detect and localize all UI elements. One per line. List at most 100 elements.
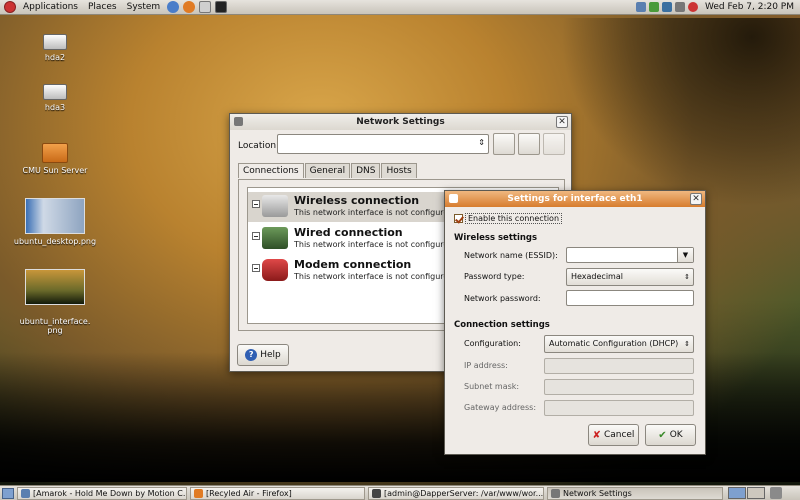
- volume-icon[interactable]: [675, 2, 685, 12]
- network-tray-icon[interactable]: [636, 2, 646, 12]
- save-location-button[interactable]: [493, 133, 515, 155]
- help-icon: ?: [245, 349, 258, 361]
- help-launcher-icon[interactable]: [167, 1, 180, 13]
- gateway-address-field[interactable]: [544, 400, 694, 416]
- desktop-icon-ubuntu-desktop[interactable]: ubuntu_desktop.png: [13, 198, 97, 246]
- desktop-icon-cmu-sun-server[interactable]: CMU Sun Server: [13, 143, 97, 175]
- taskbar-item-network-settings[interactable]: Network Settings: [547, 486, 723, 500]
- window-titlebar[interactable]: Network Settings ✕: [230, 114, 571, 130]
- collapse-icon[interactable]: [252, 232, 260, 240]
- workspace-2[interactable]: [747, 487, 765, 499]
- apply-location-button[interactable]: [543, 133, 565, 155]
- desktop-icon-label: CMU Sun Server: [22, 166, 88, 175]
- amarok-icon: [21, 488, 30, 498]
- image-thumbnail-icon: [25, 198, 85, 234]
- bottom-panel: [Amarok - Hold Me Down by Motion C... [R…: [0, 485, 800, 500]
- image-thumbnail-icon: [25, 269, 85, 305]
- drive-icon: [43, 34, 67, 50]
- desktop-icon-label: ubuntu_interface. png: [19, 317, 91, 335]
- interface-settings-window: Settings for interface eth1 ✕ Enable thi…: [444, 190, 706, 455]
- desktop-icon-label: hda2: [44, 53, 66, 62]
- signal-icon[interactable]: [662, 2, 672, 12]
- help-button-label: Help: [260, 350, 281, 360]
- folder-icon: [42, 143, 68, 163]
- enable-connection-checkbox[interactable]: [454, 214, 463, 223]
- password-type-value: Hexadecimal: [571, 272, 623, 281]
- essid-combo[interactable]: ▼: [566, 247, 694, 263]
- trash-icon[interactable]: [770, 487, 782, 499]
- menu-places[interactable]: Places: [83, 2, 122, 12]
- tab-dns[interactable]: DNS: [351, 163, 381, 178]
- password-type-label: Password type:: [464, 272, 525, 281]
- essid-label: Network name (ESSID):: [464, 251, 558, 260]
- help-button[interactable]: ? Help: [237, 344, 289, 366]
- menu-applications[interactable]: Applications: [18, 2, 83, 12]
- window-titlebar[interactable]: Settings for interface eth1 ✕: [445, 191, 705, 207]
- tab-connections[interactable]: Connections: [238, 163, 304, 178]
- firefox-launcher-icon[interactable]: [183, 1, 196, 13]
- window-menu-icon[interactable]: [449, 194, 458, 203]
- drive-icon: [43, 84, 67, 100]
- wireless-settings-heading: Wireless settings: [454, 233, 538, 243]
- cancel-button[interactable]: ✘ Cancel: [588, 424, 639, 446]
- chevron-updown-icon: ⇕: [684, 340, 690, 348]
- password-type-select[interactable]: Hexadecimal ⇕: [566, 268, 694, 286]
- email-launcher-icon[interactable]: [199, 1, 212, 13]
- taskbar-item-terminal[interactable]: [admin@DapperServer: /var/www/wor...: [368, 486, 544, 500]
- configuration-label: Configuration:: [464, 339, 521, 348]
- password-field[interactable]: [566, 290, 694, 306]
- menu-system[interactable]: System: [122, 2, 166, 12]
- password-label: Network password:: [464, 294, 541, 303]
- network-card-icon: [262, 227, 288, 249]
- ip-address-field[interactable]: [544, 358, 694, 374]
- connection-name: Wireless connection: [294, 194, 420, 207]
- desktop-icon-ubuntu-interface[interactable]: ubuntu_interface. png: [13, 260, 97, 335]
- desktop-icon-hda2[interactable]: hda2: [13, 34, 97, 62]
- connection-settings-heading: Connection settings: [454, 320, 550, 330]
- connection-status: This network interface is not configured: [294, 240, 454, 249]
- location-label: Location:: [238, 141, 280, 151]
- location-combo[interactable]: ⇕: [277, 134, 489, 154]
- network-settings-icon: [551, 488, 560, 498]
- configuration-select[interactable]: Automatic Configuration (DHCP) ⇕: [544, 335, 694, 353]
- tab-general[interactable]: General: [304, 163, 351, 178]
- desktop-icon-label: ubuntu_desktop.png: [13, 237, 97, 246]
- system-tray: Wed Feb 7, 2:20 PM: [636, 2, 800, 12]
- terminal-icon: [372, 488, 381, 498]
- cancel-icon: ✘: [592, 429, 601, 441]
- close-icon[interactable]: ✕: [690, 193, 702, 205]
- desktop-icon-hda3[interactable]: hda3: [13, 84, 97, 112]
- window-title: Network Settings: [356, 117, 445, 127]
- power-icon[interactable]: [688, 2, 698, 12]
- close-icon[interactable]: ✕: [556, 116, 568, 128]
- wireless-card-icon: [262, 195, 288, 217]
- taskbar-item-firefox[interactable]: [Recyled Air - Firefox]: [190, 486, 365, 500]
- collapse-icon[interactable]: [252, 264, 260, 272]
- configuration-value: Automatic Configuration (DHCP): [549, 339, 679, 348]
- show-desktop-icon[interactable]: [2, 487, 14, 499]
- desktop-icon-label: hda3: [44, 103, 66, 112]
- taskbar-item-amarok[interactable]: [Amarok - Hold Me Down by Motion C...: [17, 486, 187, 500]
- top-panel: Applications Places System Wed Feb 7, 2:…: [0, 0, 800, 15]
- enable-connection-label[interactable]: Enable this connection: [465, 213, 563, 224]
- edit-locations-button[interactable]: [518, 133, 540, 155]
- chevron-updown-icon: ⇕: [478, 138, 485, 147]
- clock[interactable]: Wed Feb 7, 2:20 PM: [705, 2, 794, 12]
- terminal-launcher-icon[interactable]: [215, 1, 228, 13]
- window-menu-icon[interactable]: [234, 117, 243, 126]
- cancel-button-label: Cancel: [603, 430, 635, 440]
- taskbar-item-label: [admin@DapperServer: /var/www/wor...: [384, 488, 544, 498]
- ok-button[interactable]: ✔ OK: [645, 424, 696, 446]
- connection-status: This network interface is not configured: [294, 208, 454, 217]
- workspace-switcher: [728, 487, 765, 499]
- workspace-1[interactable]: [728, 487, 746, 499]
- collapse-icon[interactable]: [252, 200, 260, 208]
- battery-icon[interactable]: [649, 2, 659, 12]
- checkmark-icon: ✔: [658, 429, 667, 441]
- ip-address-label: IP address:: [464, 361, 508, 370]
- chevron-updown-icon: ⇕: [684, 273, 690, 281]
- subnet-mask-field[interactable]: [544, 379, 694, 395]
- chevron-down-icon[interactable]: ▼: [677, 248, 693, 262]
- tab-hosts[interactable]: Hosts: [381, 163, 417, 178]
- ubuntu-logo-icon[interactable]: [4, 1, 16, 13]
